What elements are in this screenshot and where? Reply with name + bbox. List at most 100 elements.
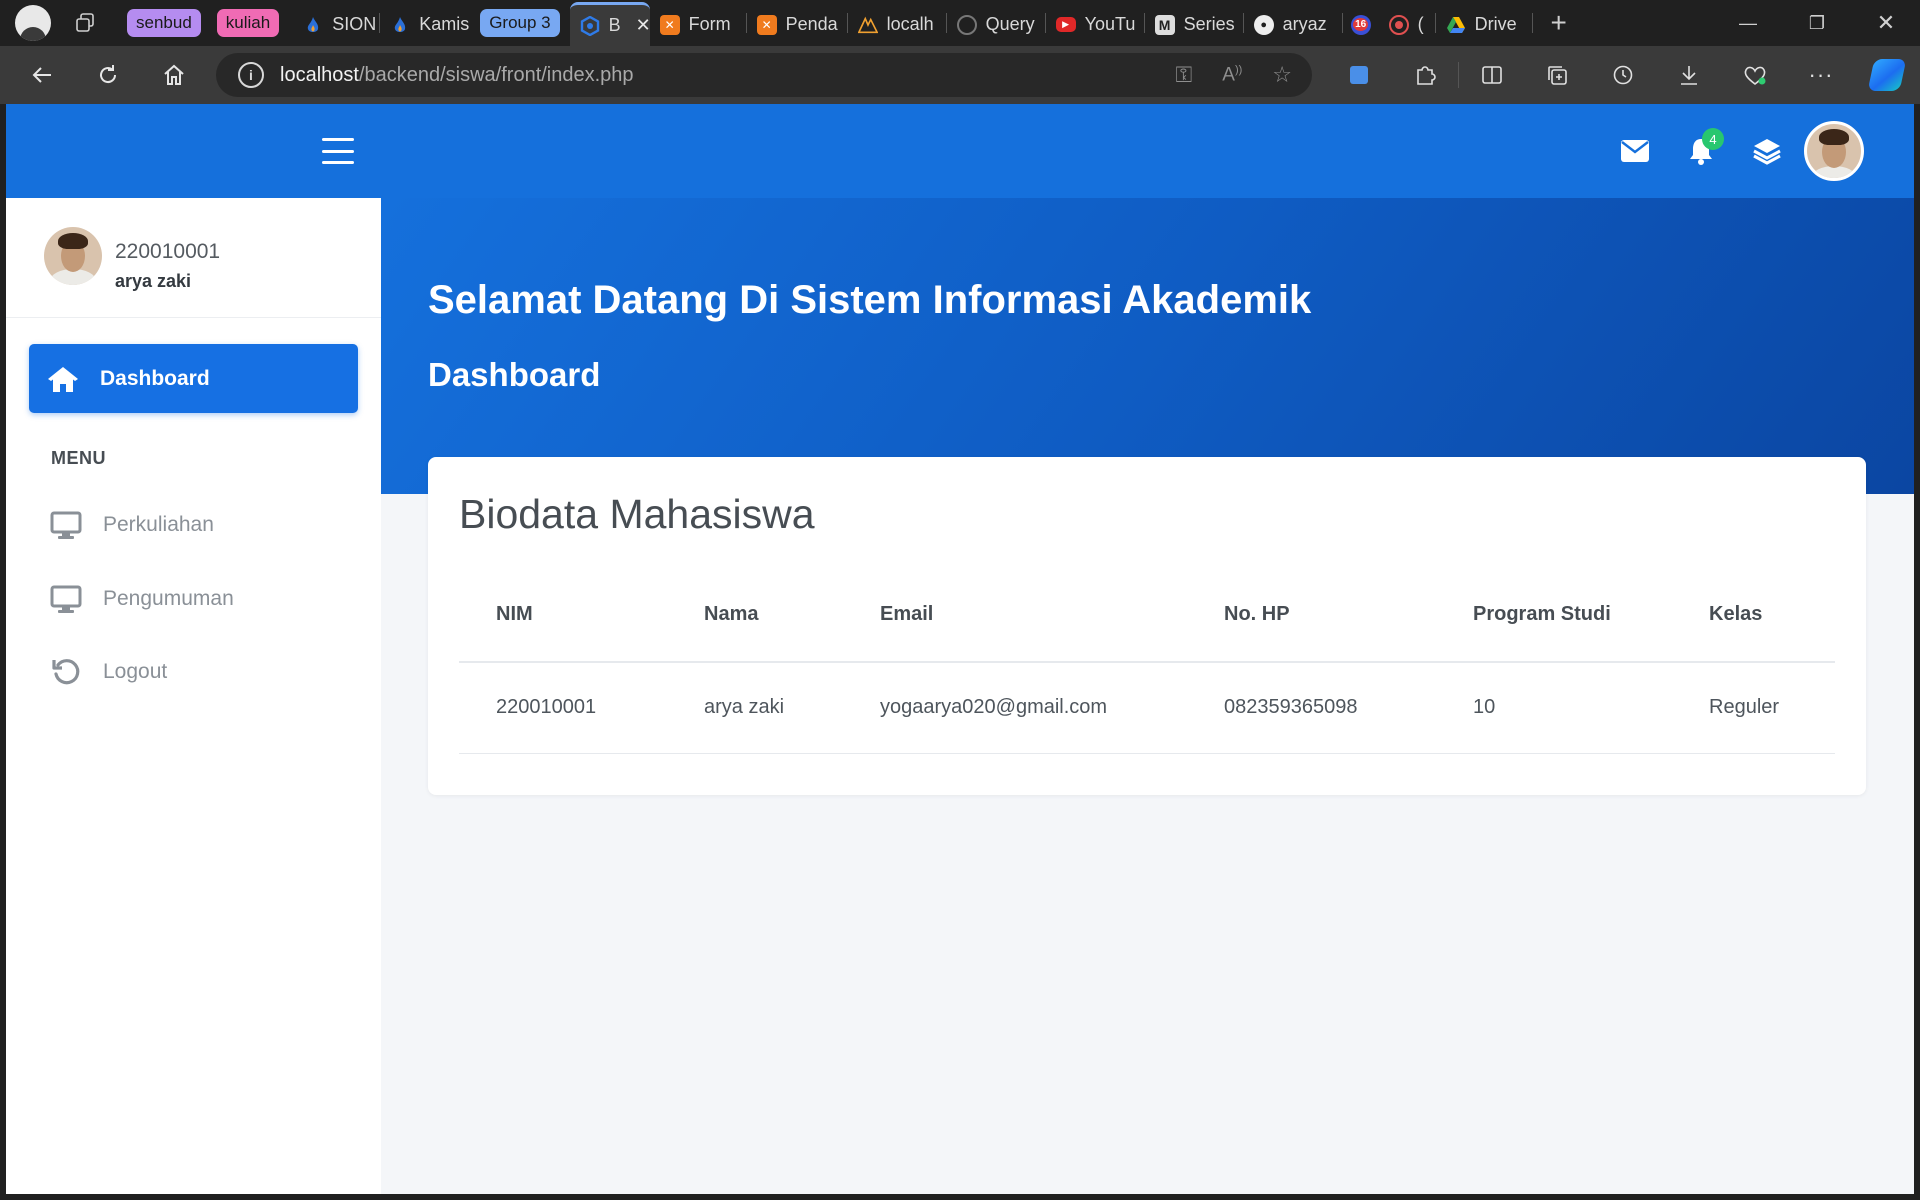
undo-icon [49,655,83,689]
menu-section-header: MENU [51,448,106,468]
tab-title: aryaz [1282,14,1327,34]
badge-icon: 16 [1350,14,1371,35]
more-options-icon[interactable]: ··· [1788,46,1854,104]
reload-icon[interactable] [86,53,130,97]
user-name: arya zaki [115,271,192,291]
home-button-icon[interactable] [152,53,196,97]
tab-penda[interactable]: ✕ Penda [747,3,847,43]
bell-icon[interactable]: 4 [1668,104,1734,198]
column-header-email: Email [843,567,1187,663]
tab-sion[interactable]: SION [293,3,379,43]
hero-banner: Selamat Datang Di Sistem Informasi Akade… [381,198,1914,494]
page-title: Selamat Datang Di Sistem Informasi Akade… [428,278,1312,322]
minimize-icon[interactable]: — [1713,0,1783,46]
avatar[interactable] [44,227,102,285]
tab-github[interactable]: ● aryaz [1244,3,1342,43]
tab-group-3[interactable]: Group 3 [480,9,560,37]
shield-hex-icon [580,15,600,36]
layers-icon[interactable] [1734,104,1800,198]
history-icon[interactable] [1590,46,1656,104]
tab-title: Kamis [419,14,470,34]
extensions-icon[interactable] [1392,46,1458,104]
url-text[interactable]: localhost/backend/siswa/front/index.php [280,64,634,87]
tab-youtube[interactable]: ▶ YouTu [1046,3,1144,43]
cell-nim: 220010001 [459,662,667,754]
sidebar: 220010001 arya zaki Dashboard MENU Perku… [6,104,381,1194]
tab-drive[interactable]: Drive [1436,3,1532,43]
sidebar-item-label: Pengumuman [103,587,234,610]
downloads-icon[interactable] [1656,46,1722,104]
tab-record[interactable]: ( [1383,3,1435,43]
read-aloud-icon[interactable]: A)) [1222,64,1242,86]
key-icon[interactable]: ⚿ [1176,62,1193,88]
record-icon [1388,14,1409,35]
browser-essentials-icon[interactable] [1722,46,1788,104]
chatgpt-icon [956,14,977,35]
notification-badge: 4 [1702,128,1724,150]
github-icon: ● [1253,14,1274,35]
tab-title: Query [985,14,1035,34]
biodata-table: NIM Nama Email No. HP Program Studi Kela… [459,567,1835,754]
window-bottom-border [0,1194,1920,1200]
youtube-icon: ▶ [1055,17,1076,32]
site-info-icon[interactable]: i [238,62,264,88]
browser-profile-button[interactable] [15,5,51,41]
tab-title: Form [688,14,731,34]
flame-icon [390,15,410,35]
cell-email: yogaarya020@gmail.com [843,662,1187,754]
column-header-nim: NIM [459,567,667,663]
copilot-icon[interactable] [1854,46,1920,104]
collections-icon[interactable] [1524,46,1590,104]
browser-tab-strip: senbud kuliah SION Kamis Group 3 B ✕ ✕ F… [0,0,1920,46]
tab-series[interactable]: M Series [1145,3,1243,43]
tab-close-icon[interactable]: ✕ [636,15,650,36]
tab-title: Series [1183,14,1235,34]
medium-icon: M [1154,14,1175,35]
sidebar-item-perkuliahan[interactable]: Perkuliahan [29,495,358,555]
cell-kelas: Reguler [1672,662,1835,754]
sidebar-item-logout[interactable]: Logout [29,642,358,702]
column-header-no-hp: No. HP [1187,567,1436,663]
sidebar-brand-bar [6,104,381,198]
tab-separator [1531,13,1533,33]
tab-kamis[interactable]: Kamis [380,3,470,43]
tab-title: Drive [1474,14,1517,34]
back-icon[interactable] [20,53,64,97]
column-header-program-studi: Program Studi [1436,567,1672,663]
tab-form[interactable]: ✕ Form [650,3,746,43]
table-header-row: NIM Nama Email No. HP Program Studi Kela… [459,567,1835,663]
sidebar-item-dashboard[interactable]: Dashboard [29,344,358,413]
tab-group-kuliah[interactable]: kuliah [216,9,280,37]
envelope-icon[interactable] [1602,104,1668,198]
sidebar-item-pengumuman[interactable]: Pengumuman [29,569,358,629]
tab-active[interactable]: B ✕ [569,2,650,46]
hamburger-menu-icon[interactable] [322,138,354,164]
tab-title: localh [886,14,934,34]
drive-icon [1446,15,1466,35]
workspaces-icon[interactable] [65,3,105,43]
user-nim: 220010001 [115,240,221,263]
tab-query[interactable]: Query [947,3,1045,43]
tab-title: Penda [785,14,838,34]
new-tab-plus-icon[interactable]: + [1539,3,1579,43]
top-navbar: 4 [381,104,1914,198]
avatar[interactable] [1804,121,1864,181]
column-header-kelas: Kelas [1672,567,1835,663]
tab-group-senbud[interactable]: senbud [127,9,201,37]
biodata-card: Biodata Mahasiswa NIM Nama Email No. HP … [428,457,1866,795]
tab-title: ( [1417,14,1424,34]
user-menu-avatar[interactable] [1800,104,1870,198]
favorite-star-icon[interactable]: ☆ [1272,62,1292,88]
restore-icon[interactable]: ❐ [1782,0,1852,46]
tab-title: SION [332,14,377,34]
sidebar-item-label: Logout [103,660,168,683]
split-screen-icon[interactable] [1458,62,1524,88]
xampp-icon: ✕ [756,14,777,35]
tab-notifications[interactable]: 16 [1343,3,1383,43]
close-window-icon[interactable]: ✕ [1851,0,1920,46]
translate-icon[interactable] [1326,46,1392,104]
cell-no-hp: 082359365098 [1187,662,1436,754]
column-header-nama: Nama [667,567,843,663]
tab-phpmyadmin[interactable]: localh [848,3,946,43]
address-bar[interactable]: i localhost/backend/siswa/front/index.ph… [216,53,1312,97]
